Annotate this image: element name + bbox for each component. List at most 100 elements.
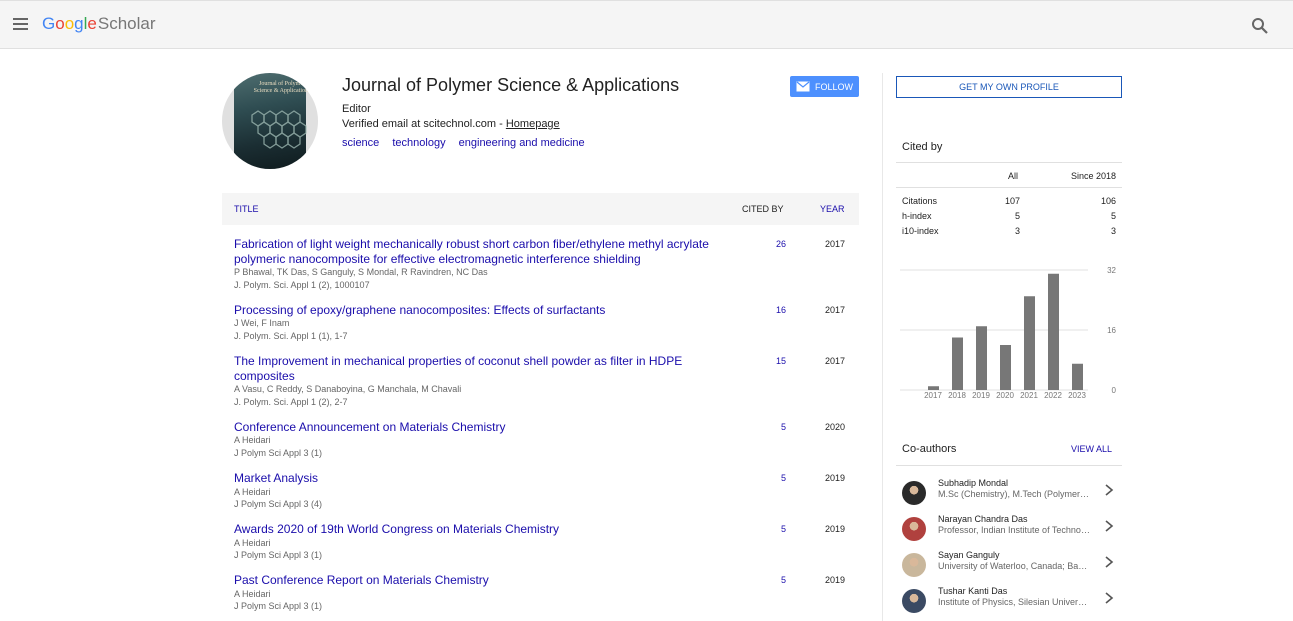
coauthor-item[interactable]: Sayan Ganguly University of Waterloo, Ca…: [896, 550, 1122, 584]
hexagon-lattice-icon: [251, 110, 307, 149]
column-year-header[interactable]: YEAR: [820, 204, 845, 214]
article-year: 2017: [825, 305, 846, 315]
chevron-right-icon: [1105, 484, 1114, 496]
metric-all: 3: [1014, 226, 1020, 236]
article-authors: A Heidari: [234, 487, 271, 497]
journal-cover-title: Journal of Polymer Science & Application…: [253, 81, 311, 94]
chart-bar[interactable]: [1024, 296, 1035, 390]
cited-by-count-link[interactable]: 5: [762, 422, 786, 432]
logo-letter: o: [64, 14, 75, 33]
metric-label-link[interactable]: Citations: [902, 196, 937, 206]
chart-x-tick-label: 2018: [948, 391, 966, 400]
metric-row: i10-index 3 3: [896, 226, 1122, 241]
articles-table-header: TITLE CITED BY YEAR: [222, 193, 859, 225]
cited-by-count-link[interactable]: 26: [762, 239, 786, 249]
metrics-col-since: Since 2018: [1070, 171, 1116, 181]
article-authors: P Bhawal, TK Das, S Ganguly, S Mondal, R…: [234, 267, 488, 277]
metric-since: 3: [1110, 226, 1116, 236]
article-venue: J Polym Sci Appl 3 (1): [234, 448, 323, 458]
verified-email-text: Verified email at scitechnol.com -: [342, 118, 506, 130]
coauthor-avatar: [902, 481, 926, 505]
article-year: 2017: [825, 239, 846, 249]
chart-bar[interactable]: [976, 326, 987, 390]
chart-x-tick-label: 2023: [1068, 391, 1086, 400]
chevron-right-icon: [1105, 592, 1114, 604]
cited-by-count-link[interactable]: 5: [762, 524, 786, 534]
article-title-link[interactable]: Past Conference Report on Materials Chem…: [234, 573, 724, 588]
cited-by-count-link[interactable]: 16: [762, 305, 786, 315]
chart-y-tick-label: 0: [1112, 386, 1117, 395]
article-authors: A Vasu, C Reddy, S Danaboyina, G Manchal…: [234, 384, 462, 394]
profile-affiliation: Editor: [342, 103, 371, 115]
article-title-link[interactable]: Processing of epoxy/graphene nanocomposi…: [234, 303, 724, 318]
column-divider: [882, 73, 883, 621]
article-year: 2019: [825, 524, 846, 534]
view-all-coauthors-link[interactable]: VIEW ALL: [1071, 444, 1112, 454]
homepage-link[interactable]: Homepage: [506, 118, 560, 130]
metric-label-link[interactable]: h-index: [902, 211, 932, 221]
article-venue: J Polym Sci Appl 3 (1): [234, 601, 323, 611]
cited-by-count-link[interactable]: 5: [762, 473, 786, 483]
article-venue: J Polym Sci Appl 3 (4): [234, 499, 323, 509]
co-authors-title: Co-authors: [902, 443, 957, 455]
coauthor-item[interactable]: Tushar Kanti Das Institute of Physics, S…: [896, 586, 1122, 620]
metric-row: Citations 107 106: [896, 196, 1122, 211]
divider: [896, 465, 1122, 466]
chart-bar[interactable]: [952, 337, 963, 391]
get-my-own-profile-button[interactable]: GET MY OWN PROFILE: [896, 76, 1122, 98]
article-year: 2020: [825, 422, 846, 432]
search-icon[interactable]: [1251, 17, 1269, 35]
metric-row: h-index 5 5: [896, 211, 1122, 226]
mail-icon: [796, 81, 810, 92]
article-title-link[interactable]: Fabrication of light weight mechanically…: [234, 237, 724, 267]
profile-name: Journal of Polymer Science & Application…: [342, 75, 680, 95]
coauthor-item[interactable]: Subhadip Mondal M.Sc (Chemistry), M.Tech…: [896, 478, 1122, 512]
article-title-link[interactable]: Awards 2020 of 19th World Congress on Ma…: [234, 522, 724, 537]
column-cited-by-header[interactable]: CITED BY: [742, 204, 784, 214]
top-bar: GoogleScholar: [0, 0, 1293, 49]
chart-bar[interactable]: [1072, 363, 1083, 390]
journal-cover-image: Journal of Polymer Science & Application…: [234, 73, 310, 169]
interest-link[interactable]: technology: [392, 137, 445, 149]
google-scholar-logo[interactable]: GoogleScholar: [42, 14, 156, 34]
coauthor-avatar: [902, 553, 926, 577]
coauthor-item[interactable]: Narayan Chandra Das Professor, Indian In…: [896, 514, 1122, 548]
chart-y-tick-label: 16: [1107, 326, 1116, 335]
article-authors: J Wei, F Inam: [234, 318, 290, 328]
coauthor-affiliation: Institute of Physics, Silesian Universit…: [938, 597, 1090, 607]
chart-x-tick-label: 2022: [1044, 391, 1062, 400]
chart-bar[interactable]: [1048, 273, 1059, 390]
research-interests: science technology engineering and medic…: [342, 137, 595, 149]
article-title-link[interactable]: Market Analysis: [234, 471, 724, 486]
cited-by-count-link[interactable]: 15: [762, 356, 786, 366]
article-year: 2017: [825, 356, 846, 366]
metric-all: 5: [1014, 211, 1020, 221]
cited-by-count-link[interactable]: 5: [762, 575, 786, 585]
interest-link[interactable]: engineering and medicine: [459, 137, 585, 149]
divider: [896, 162, 1122, 163]
article-year: 2019: [825, 473, 846, 483]
follow-label: FOLLOW: [814, 81, 853, 92]
follow-button[interactable]: FOLLOW: [790, 76, 859, 97]
article-venue: J. Polym. Sci. Appl 1 (2), 2-7: [234, 397, 348, 407]
metric-since: 5: [1110, 211, 1116, 221]
divider: [896, 187, 1122, 188]
coauthor-affiliation: University of Waterloo, Canada; Bar-Ilan…: [938, 561, 1090, 571]
article-authors: A Heidari: [234, 589, 271, 599]
logo-letter: G: [42, 14, 56, 33]
chart-y-tick-label: 32: [1107, 266, 1116, 275]
metric-label-link[interactable]: i10-index: [902, 226, 939, 236]
metric-since: 106: [1100, 196, 1116, 206]
logo-google-word: Google: [42, 14, 97, 33]
article-title-link[interactable]: The Improvement in mechanical properties…: [234, 354, 724, 384]
hamburger-icon[interactable]: [13, 18, 28, 30]
chart-x-tick-label: 2017: [924, 391, 942, 400]
article-title-link[interactable]: Conference Announcement on Materials Che…: [234, 420, 724, 435]
article-authors: A Heidari: [234, 435, 271, 445]
profile-email: Verified email at scitechnol.com - Homep…: [342, 118, 560, 130]
metric-all: 107: [1004, 196, 1020, 206]
column-title-header[interactable]: TITLE: [234, 204, 259, 214]
interest-link[interactable]: science: [342, 137, 379, 149]
chart-bar[interactable]: [928, 386, 939, 390]
chart-bar[interactable]: [1000, 345, 1011, 390]
